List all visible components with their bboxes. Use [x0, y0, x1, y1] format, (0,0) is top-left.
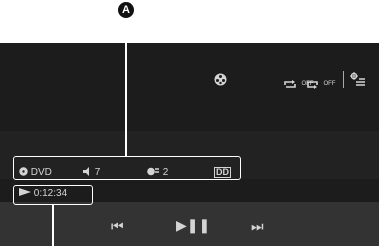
shuffle-state: OFF [323, 80, 336, 87]
divider [343, 71, 344, 88]
next-button[interactable]: ⏭ [251, 218, 264, 235]
audio-format-indicator: DD [214, 167, 231, 178]
media-indicator: DVD [19, 167, 52, 178]
play-pause-button[interactable]: ▶❚❚ [176, 217, 210, 234]
subtitle-icon [147, 167, 159, 176]
audio-track-value: 7 [94, 167, 101, 178]
callout-a-marker: A [118, 2, 134, 18]
elapsed-time-value: 0:12:34 [33, 188, 68, 199]
next-icon: ⏭ [251, 218, 264, 234]
elapsed-time: 0:12:34 [19, 188, 67, 199]
audio-format-label: DD [216, 167, 229, 177]
audio-track-indicator: 7 [82, 167, 100, 178]
subtitle-value: 2 [162, 167, 169, 178]
callout-a-leader [125, 18, 127, 156]
settings-menu-icon [350, 72, 365, 86]
audio-icon [83, 167, 89, 176]
callout-b-leader [52, 205, 54, 246]
previous-icon: ⏮ [111, 218, 124, 234]
media-label: DVD [30, 167, 52, 178]
previous-button[interactable]: ⏮ [111, 218, 124, 235]
play-status-icon [19, 188, 31, 196]
disc-icon [19, 167, 28, 176]
shuffle-button[interactable]: OFF [305, 75, 335, 93]
menu-button[interactable] [350, 72, 366, 91]
repeat-icon [284, 79, 296, 88]
shuffle-icon [307, 80, 318, 89]
play-pause-icon: ▶❚❚ [176, 217, 211, 233]
angle-button[interactable] [214, 73, 227, 91]
subtitle-indicator: 2 [147, 167, 168, 178]
angle-icon [214, 73, 227, 86]
